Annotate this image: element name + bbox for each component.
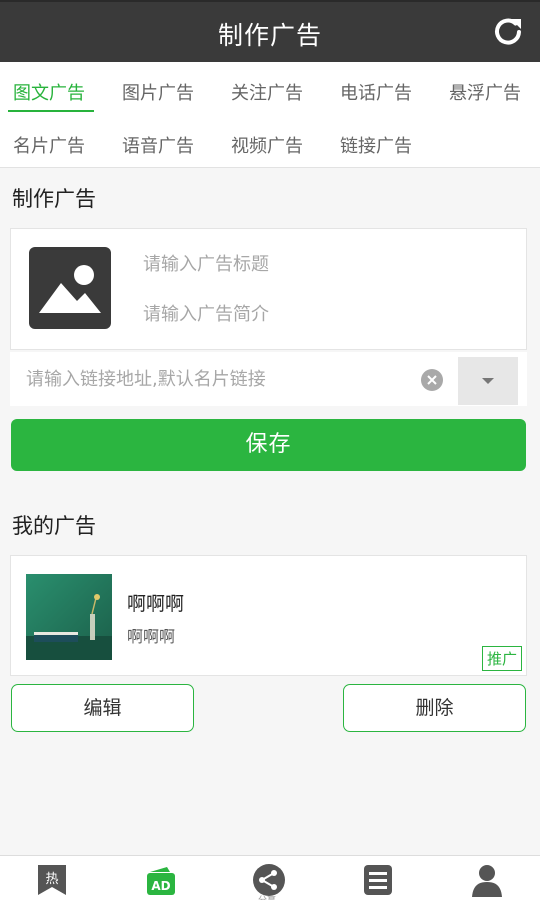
save-button[interactable]: 保存 <box>11 419 526 471</box>
caret-down-icon <box>482 378 494 384</box>
ad-thumbnail <box>26 574 112 660</box>
ad-editor-card <box>10 228 527 350</box>
top-bar: 制作广告 <box>0 0 540 62</box>
profile-icon[interactable] <box>467 863 507 897</box>
my-ad-item[interactable]: 啊啊啊 啊啊啊 推广 <box>10 555 527 676</box>
refresh-icon[interactable] <box>490 14 526 50</box>
my-ads-section-title: 我的广告 <box>12 514 96 538</box>
tab-graphic-ad[interactable]: 图文广告 <box>13 79 85 105</box>
link-row <box>10 352 527 406</box>
tab-video-ad[interactable]: 视频广告 <box>231 132 303 158</box>
svg-text:热: 热 <box>45 872 58 887</box>
ad-title-input[interactable] <box>143 247 503 281</box>
ad-intro-input[interactable] <box>143 297 503 331</box>
tab-phone-ad[interactable]: 电话广告 <box>340 79 412 105</box>
tab-card-ad[interactable]: 名片广告 <box>13 132 85 158</box>
svg-text:AD: AD <box>151 879 170 893</box>
tab-link-ad[interactable]: 链接广告 <box>340 132 412 158</box>
my-ad-title: 啊啊啊 <box>127 593 185 615</box>
active-tab-indicator <box>8 110 94 112</box>
promote-badge[interactable]: 推广 <box>481 646 522 671</box>
list-icon[interactable] <box>358 863 398 897</box>
link-url-input[interactable] <box>26 362 406 396</box>
create-section-title: 制作广告 <box>12 187 96 211</box>
tab-voice-ad[interactable]: 语音广告 <box>122 132 194 158</box>
delete-button[interactable]: 删除 <box>343 684 526 732</box>
ad-icon[interactable]: AD <box>141 863 181 897</box>
image-placeholder-icon[interactable] <box>29 247 111 329</box>
edit-button[interactable]: 编辑 <box>11 684 194 732</box>
tab-floating-ad[interactable]: 悬浮广告 <box>449 79 521 105</box>
hot-icon[interactable]: 热 <box>32 863 72 897</box>
clear-icon[interactable] <box>421 369 443 391</box>
share-icon[interactable] <box>249 863 289 897</box>
tab-follow-ad[interactable]: 关注广告 <box>231 79 303 105</box>
my-ad-desc: 啊啊啊 <box>127 627 176 646</box>
link-dropdown-button[interactable] <box>458 357 518 405</box>
share-nav-caption: 分享 <box>258 893 276 900</box>
ad-type-tabs: 图文广告 图片广告 关注广告 电话广告 悬浮广告 名片广告 语音广告 视频广告 … <box>0 62 540 168</box>
tab-image-ad[interactable]: 图片广告 <box>122 79 194 105</box>
page-title: 制作广告 <box>217 21 322 50</box>
